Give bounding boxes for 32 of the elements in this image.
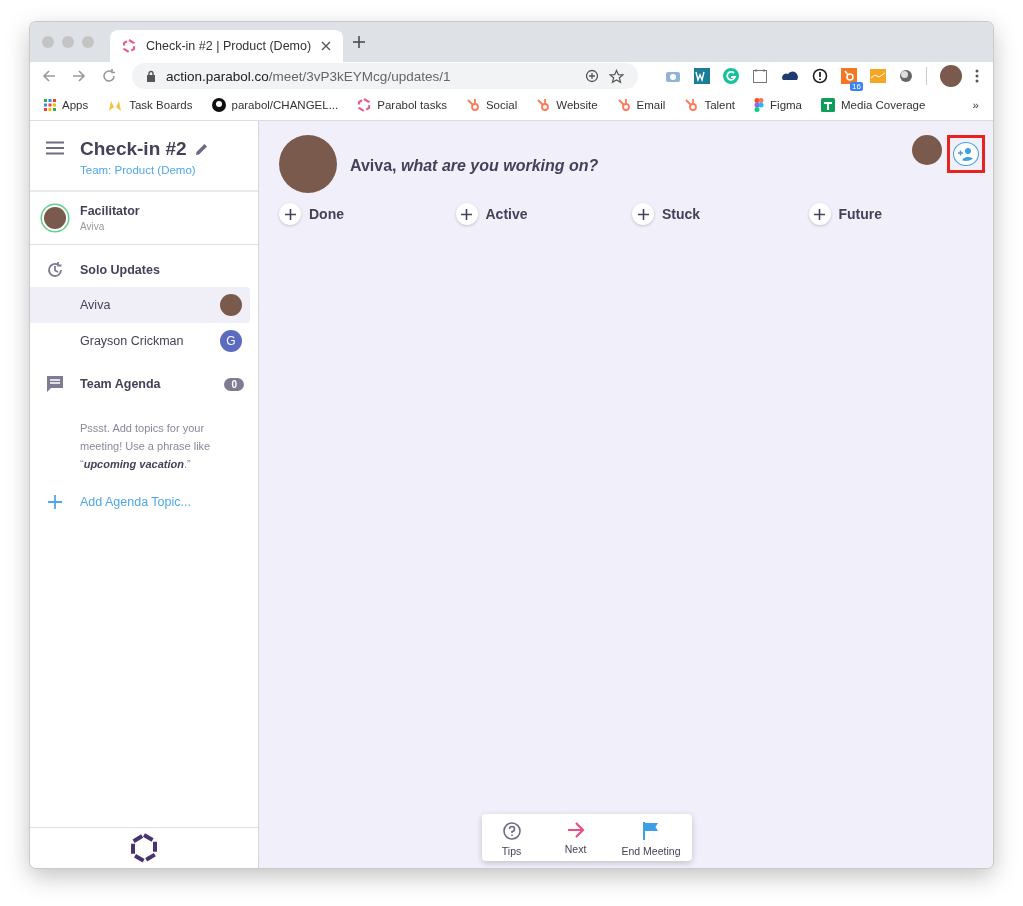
bookmark-link[interactable]: Website [536, 98, 598, 112]
bookmark-link[interactable]: Email [616, 98, 666, 112]
bookmark-link[interactable]: Apps [44, 99, 89, 111]
section-heading: Solo Updates [80, 263, 160, 277]
column-heading: Future [838, 206, 883, 222]
meeting-control-button[interactable]: Next [547, 822, 604, 857]
more-bookmarks-button[interactable]: » [972, 99, 979, 111]
column-heading: Done [309, 206, 344, 222]
facilitator-name: Aviva [80, 221, 106, 232]
agenda-count: 0 [224, 377, 244, 391]
meeting-control-button[interactable]: Tips [483, 822, 540, 857]
bookmark-link[interactable]: Parabol tasks [357, 98, 447, 112]
meeting-title: Check-in #2 [80, 138, 187, 160]
bookmark-link[interactable]: Talent [684, 98, 736, 112]
agenda-hint: Pssst. Add topics for your meeting! Use a phrase like “upcoming vacation.” [80, 421, 212, 472]
bookmark-link[interactable]: parabol/CHANGEL... [211, 98, 339, 112]
bookmark-link[interactable]: Task Boards [107, 98, 193, 112]
member-item[interactable]: Aviva [30, 287, 250, 323]
meeting-control-button[interactable]: End Meeting [611, 822, 691, 857]
section-heading: Team Agenda [80, 377, 161, 391]
column-heading: Stuck [662, 206, 701, 222]
notification-count: 16 [850, 82, 863, 91]
bookmark-link[interactable]: Media Coverage [821, 98, 926, 112]
bookmark-link[interactable]: Figma [754, 98, 802, 112]
prompt-text: Aviva, what are you working on? [350, 157, 599, 175]
bookmark-link[interactable]: Social [465, 98, 518, 112]
address-bar[interactable]: action.parabol.co/meet/3vP3kEYMcg/updates/1 [132, 63, 638, 89]
browser-tab[interactable]: Check-in #2 | Product (Demo) [110, 30, 344, 62]
member-avatar: G [220, 330, 242, 352]
column-heading: Active [485, 206, 528, 222]
facilitator-label: Facilitator [80, 204, 140, 218]
member-item[interactable]: Grayson Crickman G [30, 323, 250, 359]
